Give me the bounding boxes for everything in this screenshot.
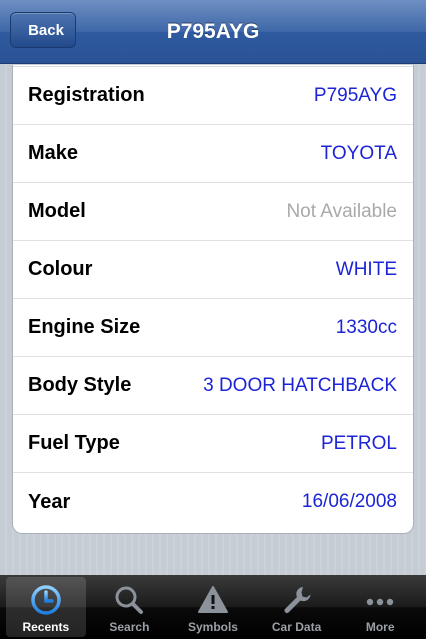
- detail-row-year: Year 16/06/2008: [13, 473, 413, 531]
- row-value: P795AYG: [313, 84, 397, 106]
- row-label: Fuel Type: [28, 432, 120, 454]
- row-label: Model: [28, 200, 86, 222]
- ellipsis-icon: [366, 598, 394, 606]
- navigation-bar: Back P795AYG: [0, 0, 426, 64]
- row-label: Body Style: [28, 374, 132, 396]
- detail-row-body-style: Body Style 3 DOOR HATCHBACK: [13, 357, 413, 415]
- row-label: Registration: [28, 84, 145, 106]
- row-label: Make: [28, 142, 79, 164]
- magnifier-icon: [115, 586, 144, 614]
- clock-icon: [31, 585, 61, 615]
- row-value: 3 DOOR HATCHBACK: [203, 374, 397, 396]
- vehicle-details-table: Registration P795AYG Make TOYOTA Model N…: [12, 65, 414, 534]
- row-value: Not Available: [286, 200, 397, 222]
- row-value: WHITE: [335, 258, 397, 280]
- detail-row-engine-size: Engine Size 1330cc: [13, 299, 413, 357]
- wrench-icon: [284, 587, 311, 613]
- content-area[interactable]: Registration P795AYG Make TOYOTA Model N…: [0, 65, 426, 575]
- detail-row-model: Model Not Available: [13, 183, 413, 241]
- tab-label: More: [365, 620, 395, 634]
- tab-recents[interactable]: Recents: [6, 577, 86, 637]
- detail-row-fuel-type: Fuel Type PETROL: [13, 415, 413, 473]
- tab-label: Car Data: [271, 620, 322, 634]
- row-value: 1330cc: [335, 316, 397, 338]
- tab-search[interactable]: Search: [90, 577, 170, 637]
- tab-label: Search: [109, 620, 150, 634]
- tab-bar: Recents Search Symbols Car Data More: [0, 575, 426, 639]
- warning-triangle-icon: [197, 586, 228, 613]
- tab-car-data[interactable]: Car Data: [257, 577, 337, 637]
- row-value: TOYOTA: [320, 142, 397, 164]
- row-label: Year: [28, 490, 71, 513]
- page-title: P795AYG: [166, 20, 260, 43]
- row-label: Colour: [28, 258, 93, 280]
- detail-row-make: Make TOYOTA: [13, 125, 413, 183]
- tab-label: Recents: [22, 620, 70, 634]
- detail-row-colour: Colour WHITE: [13, 241, 413, 299]
- row-label: Engine Size: [28, 316, 141, 338]
- tab-label: Symbols: [187, 620, 238, 634]
- row-value: PETROL: [320, 432, 397, 454]
- row-value: 16/06/2008: [301, 491, 397, 512]
- tab-symbols[interactable]: Symbols: [173, 577, 253, 637]
- detail-row-registration: Registration P795AYG: [13, 67, 413, 125]
- tab-more[interactable]: More: [340, 577, 420, 637]
